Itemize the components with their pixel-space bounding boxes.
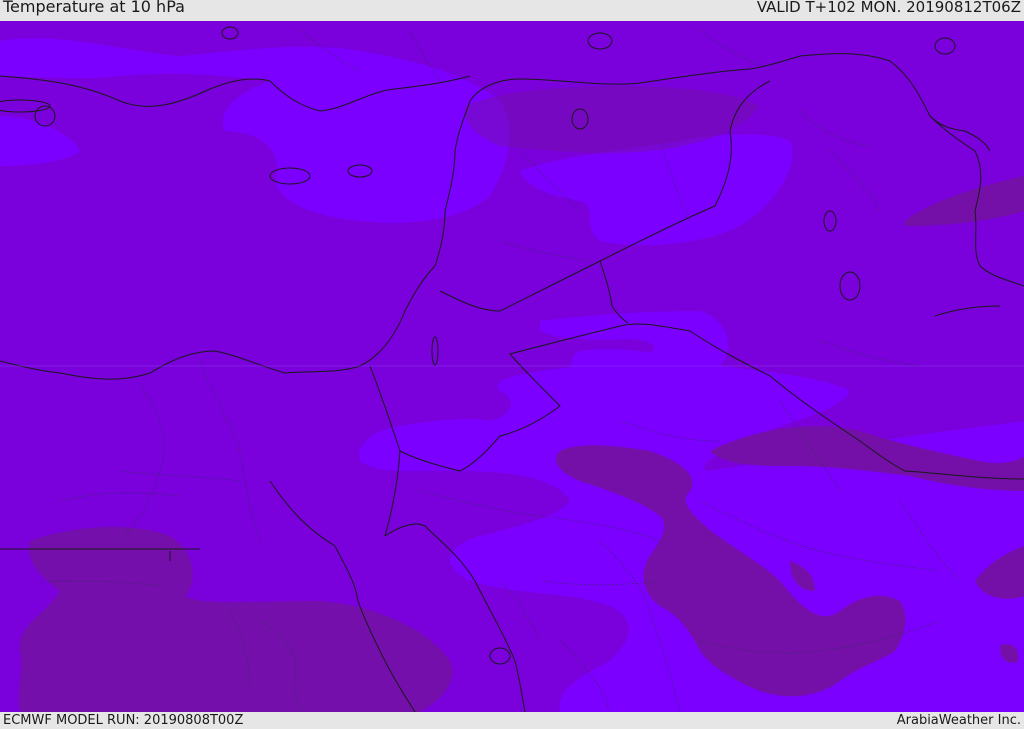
map-title: Temperature at 10 hPa [3,0,185,16]
map-area[interactable] [0,21,1024,712]
footer-bar: ECMWF MODEL RUN: 20190808T00Z ArabiaWeat… [0,712,1024,729]
header-bar: Temperature at 10 hPa VALID T+102 MON. 2… [0,0,1024,21]
brand-label: ArabiaWeather Inc. [896,713,1021,728]
valid-time-label: VALID T+102 MON. 20190812T06Z [756,0,1021,16]
temperature-map [0,21,1024,712]
map-viewer: Temperature at 10 hPa VALID T+102 MON. 2… [0,0,1024,729]
model-run-label: ECMWF MODEL RUN: 20190808T00Z [3,713,244,728]
